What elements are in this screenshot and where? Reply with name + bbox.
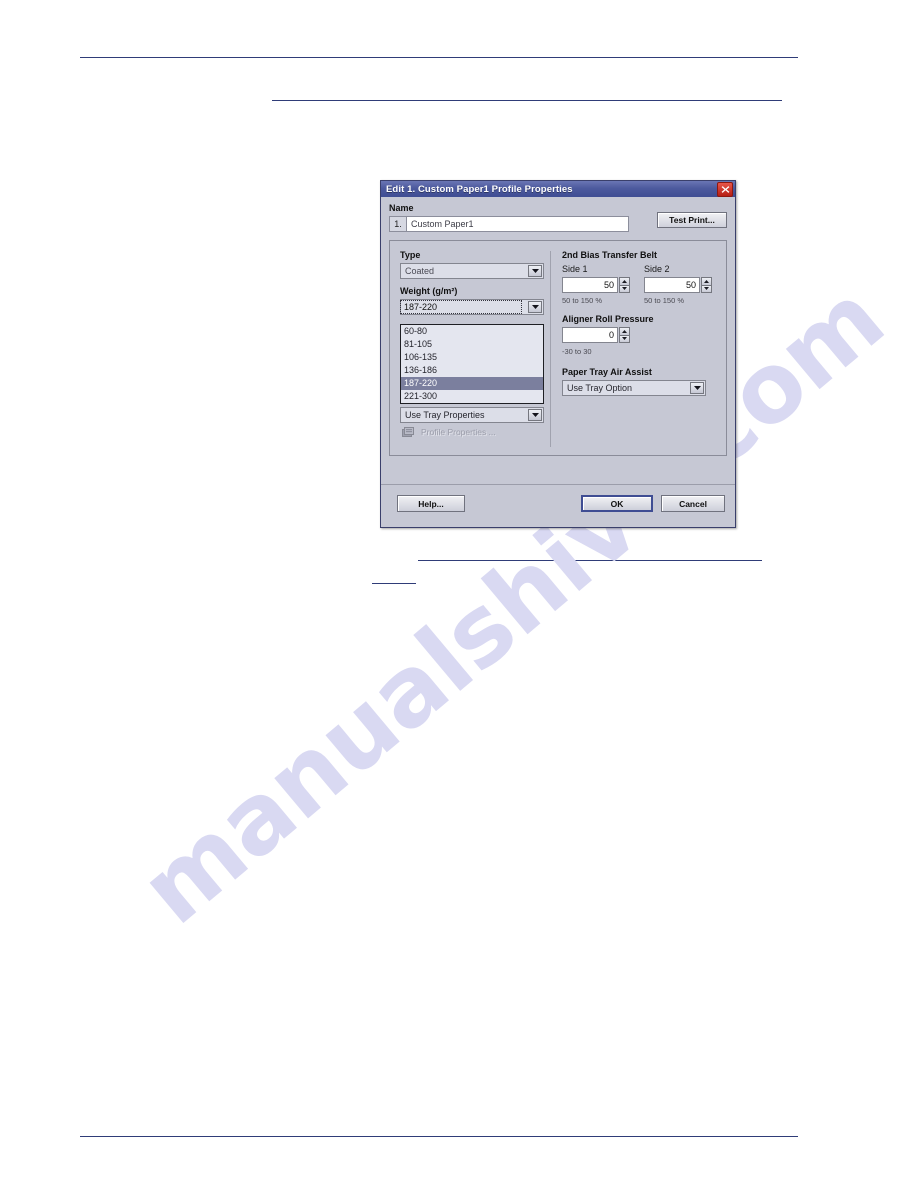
side1-value[interactable]: 50 — [562, 277, 618, 293]
name-row: Name 1. Custom Paper1 Test Print... — [389, 203, 727, 232]
ok-button[interactable]: OK — [581, 495, 653, 512]
tray-properties-value: Use Tray Properties — [405, 410, 485, 420]
page-rule-footer — [80, 1136, 798, 1137]
list-item[interactable]: 136-186 — [401, 364, 543, 377]
weight-label: Weight (g/m²) — [400, 286, 458, 296]
type-value: Coated — [405, 266, 435, 276]
name-index-box: 1. — [389, 216, 406, 232]
aligner-roll-pressure-title: Aligner Roll Pressure — [562, 314, 654, 324]
weight-value: 187-220 — [400, 300, 522, 314]
side1-spinner[interactable]: 50 — [562, 277, 630, 293]
aligner-spinner-buttons[interactable] — [619, 327, 630, 343]
list-item[interactable]: 81-105 — [401, 338, 543, 351]
spinner-up-icon[interactable] — [701, 277, 712, 285]
profile-properties-dialog: Edit 1. Custom Paper1 Profile Properties… — [380, 180, 736, 528]
bias-transfer-belt-sides: Side 1 50 50 to 150 % Side 2 50 50 to 15… — [562, 264, 722, 305]
cancel-button[interactable]: Cancel — [661, 495, 725, 512]
spinner-up-icon[interactable] — [619, 327, 630, 335]
aligner-roll-pressure-group: Aligner Roll Pressure 0 -30 to 30 — [562, 314, 722, 356]
profile-properties-label: Profile Properties ... — [421, 427, 496, 437]
list-item[interactable]: 106-135 — [401, 351, 543, 364]
side2-spinner[interactable]: 50 — [644, 277, 712, 293]
bias-transfer-belt-title: 2nd Bias Transfer Belt — [562, 250, 658, 260]
page-rule-below-figure — [418, 560, 762, 561]
side2-group: Side 2 50 50 to 150 % — [644, 264, 712, 305]
list-item-selected[interactable]: 187-220 — [401, 377, 543, 390]
column-divider — [550, 251, 551, 447]
page-rule-caption — [372, 583, 416, 584]
paper-tray-air-assist-title: Paper Tray Air Assist — [562, 367, 652, 377]
spinner-up-icon[interactable] — [619, 277, 630, 285]
chevron-down-icon[interactable] — [528, 265, 542, 277]
aligner-roll-pressure-value[interactable]: 0 — [562, 327, 618, 343]
help-button[interactable]: Help... — [397, 495, 465, 512]
name-field: 1. Custom Paper1 — [389, 216, 629, 232]
tray-properties-combobox[interactable]: Use Tray Properties — [400, 407, 544, 423]
left-column: Type Coated Weight (g/m²) 187-220 Use Tr… — [400, 250, 544, 437]
paper-tray-air-assist-group: Paper Tray Air Assist Use Tray Option — [562, 367, 722, 396]
side1-label: Side 1 — [562, 264, 588, 274]
name-label: Name — [389, 203, 414, 213]
type-combobox[interactable]: Coated — [400, 263, 544, 279]
dialog-button-bar: Help... OK Cancel — [381, 484, 735, 527]
test-print-button[interactable]: Test Print... — [657, 212, 727, 228]
aligner-roll-pressure-hint: -30 to 30 — [562, 347, 592, 356]
aligner-roll-pressure-spinner[interactable]: 0 — [562, 327, 630, 343]
spinner-down-icon[interactable] — [619, 284, 630, 293]
side2-value[interactable]: 50 — [644, 277, 700, 293]
right-column: 2nd Bias Transfer Belt Side 1 50 50 to 1… — [562, 250, 722, 396]
paper-tray-air-assist-combobox[interactable]: Use Tray Option — [562, 380, 706, 396]
page-rule-top — [80, 57, 798, 58]
weight-dropdown-list[interactable]: 60-80 81-105 106-135 136-186 187-220 221… — [400, 324, 544, 404]
profile-properties-icon — [402, 426, 415, 438]
side1-hint: 50 to 150 % — [562, 296, 603, 305]
close-icon[interactable] — [717, 182, 733, 197]
type-label: Type — [400, 250, 421, 260]
paper-tray-air-assist-value: Use Tray Option — [567, 383, 633, 393]
spinner-down-icon[interactable] — [701, 284, 712, 293]
chevron-down-icon[interactable] — [690, 382, 704, 394]
watermark: manualshive.com — [120, 262, 904, 1000]
dialog-body: Name 1. Custom Paper1 Test Print... Type… — [381, 197, 735, 527]
dialog-titlebar: Edit 1. Custom Paper1 Profile Properties — [381, 181, 735, 197]
side2-hint: 50 to 150 % — [644, 296, 685, 305]
settings-group-panel: Type Coated Weight (g/m²) 187-220 Use Tr… — [389, 240, 727, 456]
side2-spinner-buttons[interactable] — [701, 277, 712, 293]
name-group: Name 1. Custom Paper1 — [389, 203, 629, 232]
dialog-title: Edit 1. Custom Paper1 Profile Properties — [386, 183, 573, 195]
page-rule-header — [272, 100, 782, 101]
chevron-down-icon[interactable] — [528, 301, 542, 313]
side1-spinner-buttons[interactable] — [619, 277, 630, 293]
list-item[interactable]: 60-80 — [401, 325, 543, 338]
spinner-down-icon[interactable] — [619, 334, 630, 343]
side2-label: Side 2 — [644, 264, 670, 274]
list-item[interactable]: 221-300 — [401, 390, 543, 403]
chevron-down-icon[interactable] — [528, 409, 542, 421]
profile-properties-button: Profile Properties ... — [402, 426, 496, 438]
weight-combobox[interactable]: 187-220 — [400, 299, 544, 315]
name-input[interactable]: Custom Paper1 — [406, 216, 629, 232]
side1-group: Side 1 50 50 to 150 % — [562, 264, 630, 305]
